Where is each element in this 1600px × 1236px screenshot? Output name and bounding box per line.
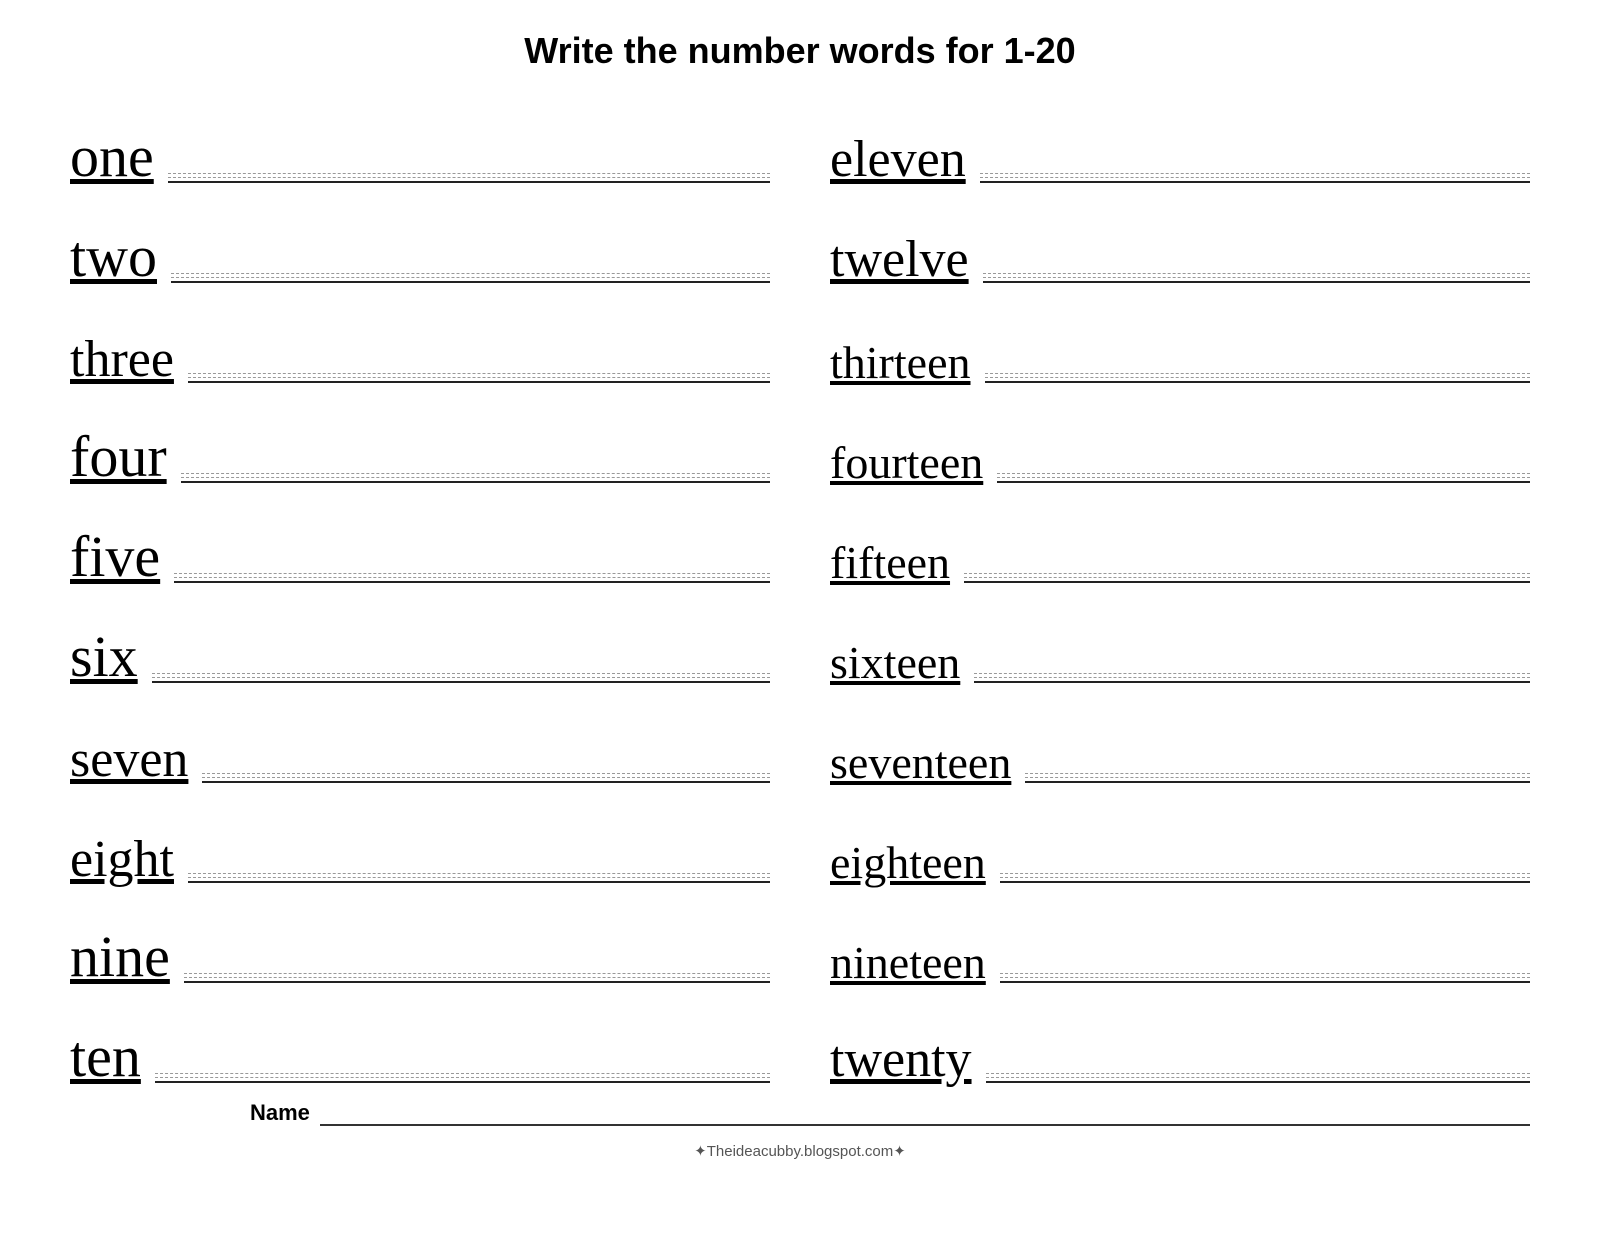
writing-lines[interactable] (997, 473, 1530, 490)
number-word: one (70, 128, 154, 190)
page: Write the number words for 1-20 one two th… (40, 0, 1560, 1180)
number-row: twenty (830, 990, 1530, 1090)
number-word: seventeen (830, 740, 1011, 790)
number-row: fifteen (830, 490, 1530, 590)
writing-lines[interactable] (184, 973, 770, 990)
writing-lines[interactable] (181, 473, 770, 490)
number-row: two (70, 190, 770, 290)
number-word: four (70, 428, 167, 490)
writing-lines[interactable] (985, 373, 1531, 390)
writing-lines[interactable] (152, 673, 770, 690)
number-word: twenty (830, 1034, 972, 1090)
writing-lines[interactable] (188, 373, 770, 390)
number-row: one (70, 90, 770, 190)
number-row: fourteen (830, 390, 1530, 490)
number-word: thirteen (830, 340, 971, 390)
writing-lines[interactable] (974, 673, 1530, 690)
number-row: six (70, 590, 770, 690)
writing-lines[interactable] (171, 273, 770, 290)
number-word: eleven (830, 134, 966, 190)
writing-lines[interactable] (1000, 973, 1530, 990)
number-row: seventeen (830, 690, 1530, 790)
name-line[interactable] (320, 1124, 1530, 1126)
writing-lines[interactable] (1000, 873, 1530, 890)
number-row: nineteen (830, 890, 1530, 990)
writing-lines[interactable] (168, 173, 770, 190)
number-word: fourteen (830, 440, 983, 490)
writing-lines[interactable] (983, 273, 1530, 290)
writing-lines[interactable] (1025, 773, 1530, 790)
number-word: eight (70, 834, 174, 890)
footer: Name (70, 1100, 1530, 1126)
number-row: seven (70, 690, 770, 790)
writing-lines[interactable] (964, 573, 1530, 590)
number-row: four (70, 390, 770, 490)
attribution: ✦Theideacubby.blogspot.com✦ (70, 1142, 1530, 1160)
number-row: thirteen (830, 290, 1530, 390)
number-word: twelve (830, 234, 969, 290)
page-title: Write the number words for 1-20 (70, 30, 1530, 72)
left-column: one two three four five six seven eight nine ten (70, 90, 770, 1090)
number-word: three (70, 334, 174, 390)
writing-lines[interactable] (202, 773, 770, 790)
number-word: eighteen (830, 840, 986, 890)
number-row: five (70, 490, 770, 590)
content-grid: onetwothreefourfivesixseveneightnineten … (70, 90, 1530, 1090)
number-word: five (70, 528, 160, 590)
right-column: eleven twelve thirteen fourteen fifteen sixte… (830, 90, 1530, 1090)
number-row: sixteen (830, 590, 1530, 690)
number-row: nine (70, 890, 770, 990)
number-word: fifteen (830, 540, 950, 590)
number-row: eleven (830, 90, 1530, 190)
name-label: Name (250, 1100, 310, 1126)
number-row: three (70, 290, 770, 390)
number-word: nineteen (830, 940, 986, 990)
number-row: twelve (830, 190, 1530, 290)
number-word: two (70, 228, 157, 290)
number-word: ten (70, 1028, 141, 1090)
number-word: nine (70, 928, 170, 990)
number-word: six (70, 628, 138, 690)
writing-lines[interactable] (155, 1073, 770, 1090)
number-row: eight (70, 790, 770, 890)
writing-lines[interactable] (188, 873, 770, 890)
writing-lines[interactable] (980, 173, 1530, 190)
writing-lines[interactable] (986, 1073, 1530, 1090)
number-row: ten (70, 990, 770, 1090)
writing-lines[interactable] (174, 573, 770, 590)
number-row: eighteen (830, 790, 1530, 890)
number-word: sixteen (830, 640, 960, 690)
number-word: seven (70, 734, 188, 790)
